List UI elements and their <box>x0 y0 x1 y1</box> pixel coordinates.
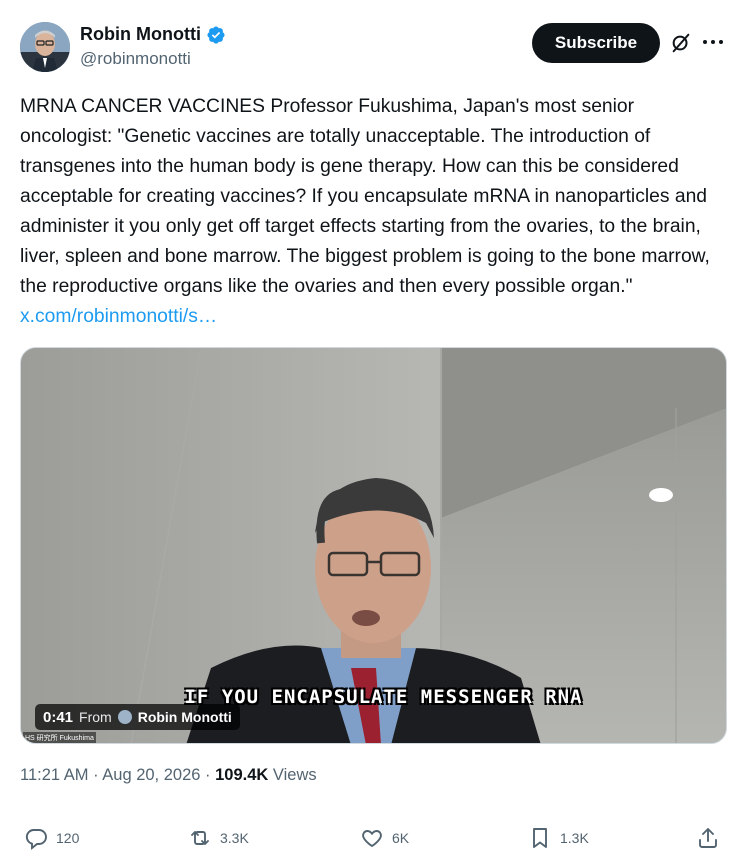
tweet-meta: 11:21 AM · Aug 20, 2026 · 109.4K Views <box>20 766 317 785</box>
grok-icon[interactable] <box>670 32 692 54</box>
tweet-header: Robin Monotti @robinmonotti Subscribe <box>20 20 726 76</box>
tweet-link[interactable]: x.com/robinmonotti/s… <box>20 306 217 327</box>
author-handle[interactable]: @robinmonotti <box>80 49 226 69</box>
views-label: Views <box>268 766 317 784</box>
video-info-chip: 0:41 From Robin Monotti <box>35 704 240 730</box>
tweet-time[interactable]: 11:21 AM <box>20 766 89 784</box>
verified-badge-icon[interactable] <box>206 25 226 45</box>
action-bar: 120 3.3K 6K 1.3K <box>20 826 726 858</box>
tweet-text: MRNA CANCER VACCINES Professor Fukushima… <box>20 92 730 332</box>
reply-count: 120 <box>56 830 80 846</box>
meta-separator-2: · <box>200 766 216 784</box>
reply-button[interactable]: 120 <box>24 826 79 850</box>
video-from-label: From <box>79 709 112 725</box>
repost-icon <box>191 831 209 845</box>
subscribe-button[interactable]: Subscribe <box>532 23 660 63</box>
bookmark-count: 1.3K <box>560 830 589 846</box>
like-count: 6K <box>392 830 410 846</box>
video-source[interactable]: Robin Monotti <box>138 709 232 725</box>
share-button[interactable] <box>696 826 720 850</box>
meta-separator: · <box>88 766 103 784</box>
views-count: 109.4K <box>215 766 269 784</box>
bookmark-icon <box>533 828 547 848</box>
author-name[interactable]: Robin Monotti <box>80 24 201 45</box>
tweet-date[interactable]: Aug 20, 2026 <box>102 766 200 784</box>
tweet-body: MRNA CANCER VACCINES Professor Fukushima… <box>20 96 710 297</box>
author-avatar[interactable] <box>20 22 70 72</box>
more-icon[interactable] <box>700 30 726 54</box>
video-watermark: HS 研究所 Fukushima <box>23 732 96 743</box>
repost-count: 3.3K <box>220 830 249 846</box>
share-icon <box>699 828 717 848</box>
author-info: Robin Monotti @robinmonotti <box>80 24 226 69</box>
video-player[interactable]: IF YOU ENCAPSULATE MESSENGER RNA 0:41 Fr… <box>20 347 727 744</box>
bookmark-button[interactable]: 1.3K <box>528 826 589 850</box>
source-avatar-icon <box>117 710 132 724</box>
video-frame <box>21 348 726 743</box>
reply-icon <box>25 829 47 850</box>
heart-icon <box>362 830 382 848</box>
like-button[interactable]: 6K <box>360 826 409 850</box>
video-duration: 0:41 <box>43 708 74 726</box>
repost-button[interactable]: 3.3K <box>188 826 249 850</box>
